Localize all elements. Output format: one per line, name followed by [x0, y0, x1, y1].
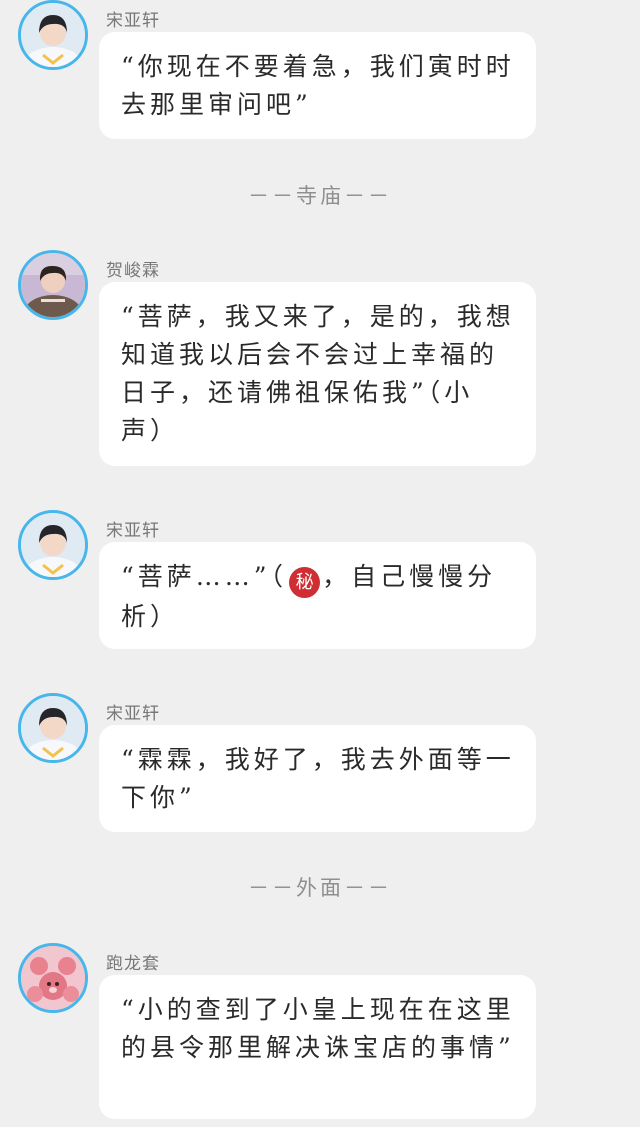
message-bubble[interactable]: “霖霖，我好了，我去外面等一下你” — [99, 725, 536, 832]
message-text: “菩萨，我又来了，是的，我想知道我以后会不会过上幸福的日子，还请佛祖保佑我”（小… — [121, 302, 515, 445]
avatar-pao-longtao[interactable] — [18, 943, 88, 1013]
chat-message: 跑龙套 “小的查到了小皇上现在在这里的县令那里解决诛宝店的事情” — [0, 943, 640, 1123]
scene-divider: －－寺庙－－ — [248, 184, 392, 208]
boy-white-shirt-avatar — [21, 513, 85, 577]
boy-white-shirt-avatar — [21, 696, 85, 760]
chat-message: 贺峻霖 “菩萨，我又来了，是的，我想知道我以后会不会过上幸福的日子，还请佛祖保佑… — [0, 250, 640, 470]
message-text-before: “菩萨……”（ — [121, 562, 288, 591]
message-text: “霖霖，我好了，我去外面等一下你” — [121, 745, 515, 812]
sender-name: 宋亚轩 — [106, 521, 160, 541]
message-bubble[interactable]: “你现在不要着急，我们寅时时去那里审问吧” — [99, 32, 536, 139]
message-text: “小的查到了小皇上现在在这里的县令那里解决诛宝店的事情” — [121, 995, 515, 1062]
message-bubble[interactable]: “小的查到了小皇上现在在这里的县令那里解决诛宝店的事情” — [99, 975, 536, 1119]
avatar-song-yaxuan[interactable] — [18, 0, 88, 70]
boy-white-shirt-avatar — [21, 3, 85, 67]
message-text: “你现在不要着急，我们寅时时去那里审问吧” — [121, 52, 515, 119]
chat-thread: 宋亚轩 “你现在不要着急，我们寅时时去那里审问吧” －－寺庙－－ 贺峻霖 “菩萨… — [0, 0, 640, 1127]
avatar-song-yaxuan[interactable] — [18, 693, 88, 763]
boy-brown-sweatshirt-avatar — [21, 253, 85, 317]
sender-name: 贺峻霖 — [106, 261, 160, 281]
message-bubble[interactable]: “菩萨，我又来了，是的，我想知道我以后会不会过上幸福的日子，还请佛祖保佑我”（小… — [99, 282, 536, 466]
chat-message: 宋亚轩 “霖霖，我好了，我去外面等一下你” — [0, 693, 640, 833]
pink-bears-avatar — [21, 946, 85, 1010]
avatar-song-yaxuan[interactable] — [18, 510, 88, 580]
chat-message: 宋亚轩 “你现在不要着急，我们寅时时去那里审问吧” — [0, 0, 640, 140]
avatar-he-junlin[interactable] — [18, 250, 88, 320]
message-bubble[interactable]: “菩萨……”（秘，自己慢慢分析） — [99, 542, 536, 649]
sender-name: 宋亚轩 — [106, 704, 160, 724]
sender-name: 宋亚轩 — [106, 11, 160, 31]
scene-divider: －－外面－－ — [248, 876, 392, 900]
sender-name: 跑龙套 — [106, 954, 160, 974]
chat-message: 宋亚轩 “菩萨……”（秘，自己慢慢分析） — [0, 510, 640, 650]
secret-emoji-icon: 秘 — [289, 567, 321, 598]
